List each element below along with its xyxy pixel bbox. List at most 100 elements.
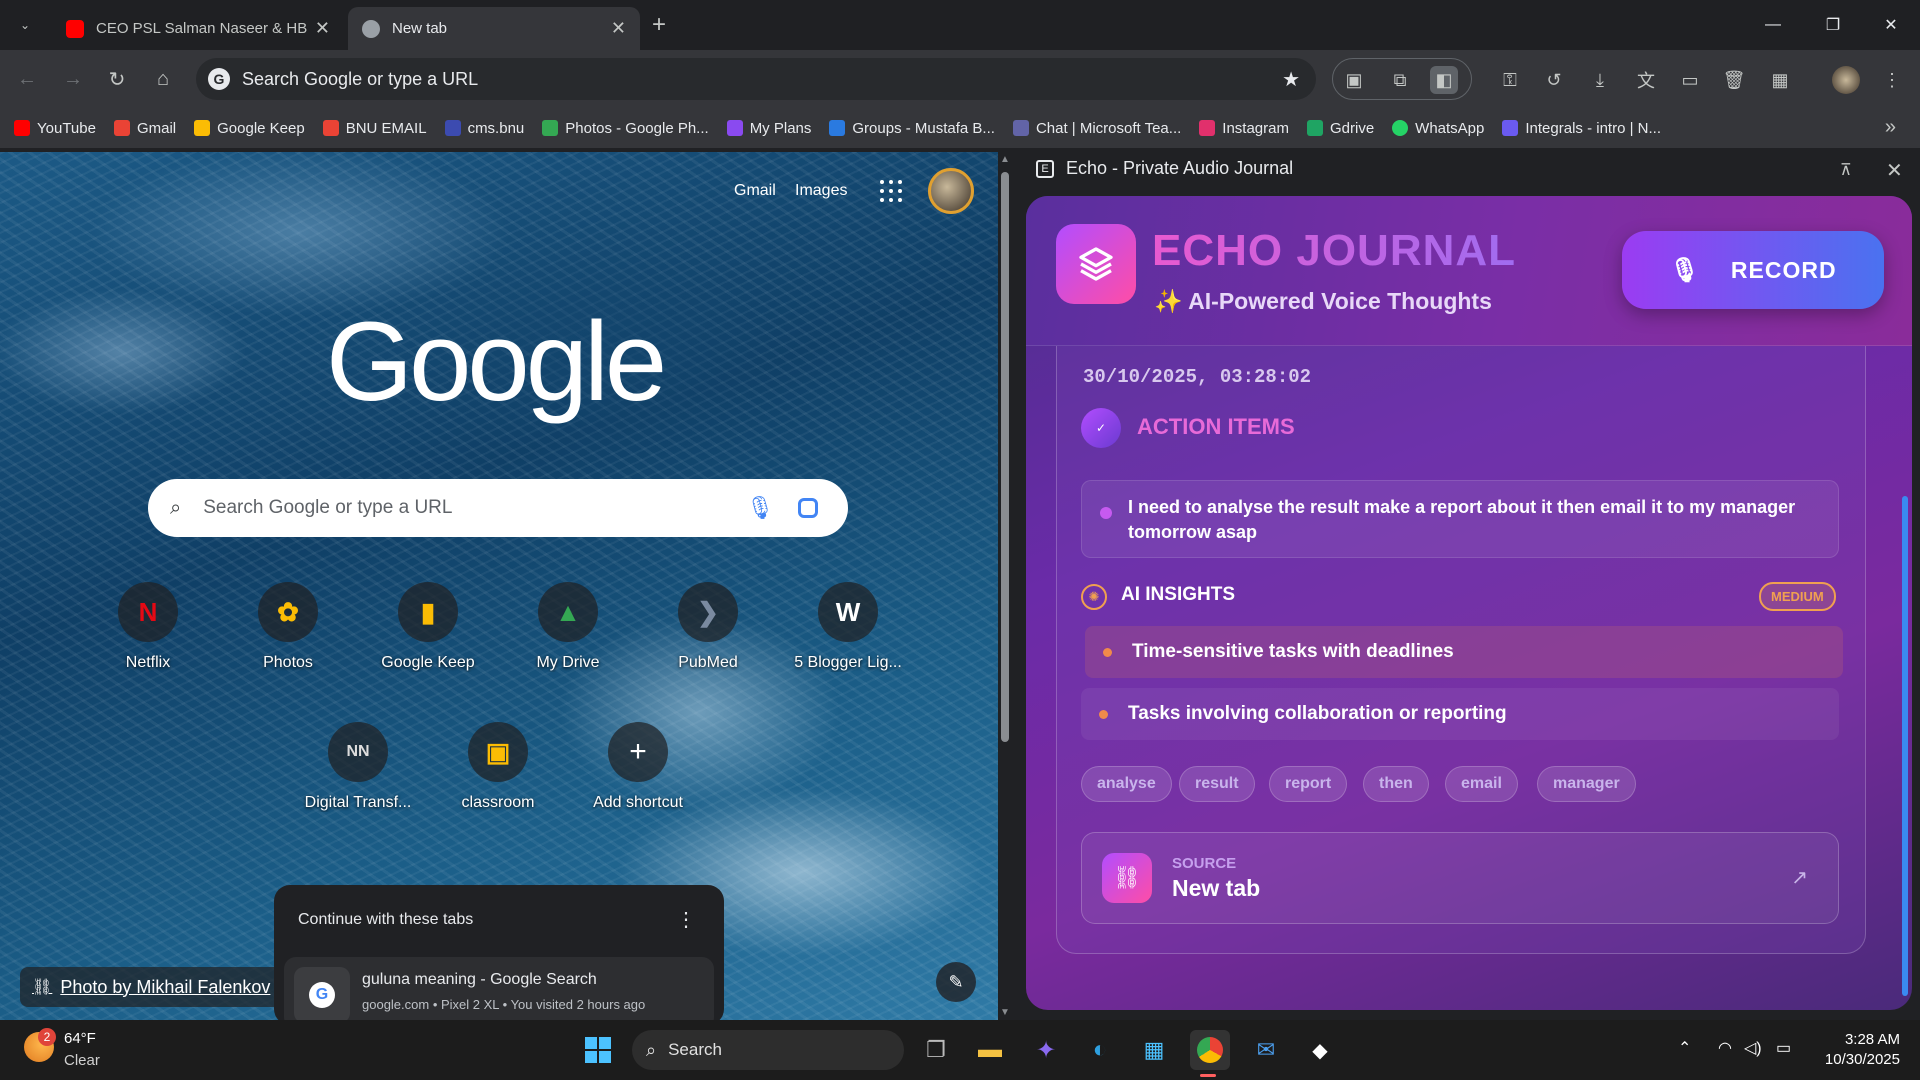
shortcut-pubmed[interactable]: ❯ PubMed: [652, 582, 764, 702]
shortcut-classroom[interactable]: ▣ classroom: [442, 722, 554, 842]
shortcut-digital-transf[interactable]: NN Digital Transf...: [302, 722, 414, 842]
address-input[interactable]: Search Google or type a URL: [242, 69, 1282, 90]
shortcut-photos[interactable]: ✿ Photos: [232, 582, 344, 702]
restore-button[interactable]: ❐: [1804, 0, 1862, 50]
keyword-tag[interactable]: then: [1363, 766, 1429, 802]
google-apps-icon[interactable]: [880, 180, 902, 202]
page-scrollbar[interactable]: ▲ ▼: [998, 152, 1012, 1020]
file-explorer-icon[interactable]: ▬: [970, 1030, 1010, 1070]
menu-kebab-icon[interactable]: ⋮: [1878, 66, 1906, 94]
volume-icon[interactable]: ◁): [1744, 1038, 1762, 1058]
panel-scrollbar-thumb[interactable]: [1902, 496, 1908, 996]
chevron-up-icon[interactable]: ⌃: [1678, 1038, 1691, 1058]
insight-text: Time-sensitive tasks with deadlines: [1132, 641, 1454, 662]
password-key-icon[interactable]: ⚿: [1496, 66, 1524, 94]
tab-new-tab[interactable]: New tab ✕: [348, 7, 640, 50]
account-avatar[interactable]: [928, 168, 974, 214]
tab-search-button[interactable]: ⌄: [8, 8, 42, 42]
bookmarks-overflow-icon[interactable]: »: [1885, 116, 1896, 139]
extensions-puzzle-icon[interactable]: ⧉: [1386, 66, 1414, 94]
unpin-icon[interactable]: ⊼: [1840, 160, 1852, 180]
bookmark-my-plans[interactable]: My Plans: [726, 120, 811, 137]
download-icon[interactable]: ⤓: [1586, 66, 1614, 94]
bookmark-star-icon[interactable]: ★: [1282, 67, 1300, 92]
wifi-icon[interactable]: ◠: [1718, 1038, 1732, 1058]
bookmark-youtube[interactable]: YouTube: [14, 120, 96, 137]
ntp-search-box[interactable]: ⌕ Search Google or type a URL 🎙: [148, 479, 848, 537]
echo-extension-icon[interactable]: ▣: [1340, 66, 1368, 94]
shortcut-add[interactable]: + Add shortcut: [582, 722, 694, 842]
bookmark-gdrive[interactable]: Gdrive: [1306, 120, 1374, 137]
cast-icon[interactable]: ▭: [1676, 66, 1704, 94]
taskbar-search[interactable]: ⌕ Search: [632, 1030, 904, 1070]
bookmark-photos[interactable]: Photos - Google Ph...: [542, 120, 709, 137]
address-bar[interactable]: G Search Google or type a URL ★: [196, 58, 1316, 100]
bookmark-bnu-email[interactable]: BNU EMAIL: [322, 120, 427, 137]
shortcut-google-keep[interactable]: ▮ Google Keep: [372, 582, 484, 702]
bookmark-label: Groups - Mustafa B...: [852, 119, 995, 137]
voice-search-icon[interactable]: 🎙: [746, 495, 774, 521]
close-tab-icon[interactable]: ✕: [315, 18, 330, 39]
close-tab-icon[interactable]: ✕: [611, 18, 626, 39]
keyword-tag[interactable]: result: [1179, 766, 1255, 802]
tab-title: New tab: [392, 20, 448, 37]
minimize-button[interactable]: —: [1744, 0, 1802, 50]
weather-badge: 2: [38, 1028, 56, 1046]
translate-icon[interactable]: 文: [1632, 66, 1660, 94]
forward-button[interactable]: →: [58, 64, 88, 94]
ntp-search-input[interactable]: Search Google or type a URL: [203, 497, 746, 519]
edge-icon[interactable]: ◐: [1080, 1030, 1120, 1070]
side-panel-icon[interactable]: ◧: [1430, 66, 1458, 94]
side-panel-title: Echo - Private Audio Journal: [1066, 158, 1294, 178]
bookmark-whatsapp[interactable]: WhatsApp: [1392, 120, 1484, 137]
store-icon[interactable]: ▦: [1134, 1030, 1174, 1070]
battery-icon[interactable]: ▭: [1776, 1038, 1791, 1058]
copilot-icon[interactable]: ✦: [1026, 1030, 1066, 1070]
close-panel-icon[interactable]: ✕: [1886, 158, 1903, 183]
new-tab-button[interactable]: +: [652, 12, 666, 38]
trash-icon[interactable]: 🗑: [1720, 66, 1748, 94]
scrollbar-thumb[interactable]: [1001, 172, 1009, 742]
images-link[interactable]: Images: [795, 182, 847, 200]
clock[interactable]: 3:28 AM 10/30/2025: [1810, 1030, 1900, 1070]
continue-tab-item[interactable]: G guluna meaning - Google Search google.…: [284, 957, 714, 1020]
lens-icon[interactable]: [798, 498, 818, 518]
echo-app-icon[interactable]: ◆: [1300, 1030, 1340, 1070]
scroll-up-icon[interactable]: ▲: [1000, 154, 1010, 165]
tab-youtube[interactable]: CEO PSL Salman Naseer & HBL ✕: [52, 7, 344, 50]
tab-grid-icon[interactable]: ▦: [1766, 66, 1794, 94]
record-button[interactable]: 🎙 RECORD: [1622, 231, 1884, 309]
customize-pencil-icon[interactable]: ✎: [936, 962, 976, 1002]
back-button[interactable]: ←: [12, 64, 42, 94]
history-icon[interactable]: ↺: [1540, 66, 1568, 94]
gmail-link[interactable]: Gmail: [734, 182, 776, 200]
more-options-icon[interactable]: ⋮: [676, 907, 696, 932]
bookmark-teams-chat[interactable]: Chat | Microsoft Tea...: [1012, 120, 1181, 137]
bookmark-google-keep[interactable]: Google Keep: [194, 120, 305, 137]
chrome-icon[interactable]: [1190, 1030, 1230, 1070]
scroll-down-icon[interactable]: ▼: [1000, 1007, 1010, 1018]
shortcut-netflix[interactable]: N Netflix: [92, 582, 204, 702]
photo-credit-link[interactable]: ⛓ Photo by Mikhail Falenkov: [20, 967, 283, 1007]
weather-condition[interactable]: Clear: [64, 1052, 100, 1069]
bookmark-integrals[interactable]: Integrals - intro | N...: [1502, 120, 1661, 137]
mail-icon[interactable]: ✉: [1246, 1030, 1286, 1070]
reload-button[interactable]: ↻: [102, 64, 132, 94]
shortcut-blogger[interactable]: W 5 Blogger Lig...: [792, 582, 904, 702]
task-view-icon[interactable]: ❐: [916, 1030, 956, 1070]
bookmark-cms-bnu[interactable]: cms.bnu: [444, 120, 524, 137]
start-button[interactable]: [578, 1030, 618, 1070]
weather-temp[interactable]: 64°F: [64, 1030, 96, 1047]
home-button[interactable]: ⌂: [148, 64, 178, 94]
keyword-tag[interactable]: manager: [1537, 766, 1636, 802]
close-window-button[interactable]: ✕: [1862, 0, 1920, 50]
keyword-tag[interactable]: analyse: [1081, 766, 1172, 802]
bookmark-groups[interactable]: Groups - Mustafa B...: [829, 120, 995, 137]
source-link[interactable]: ⛓ SOURCE New tab ↗: [1081, 832, 1839, 924]
profile-avatar[interactable]: [1832, 66, 1860, 94]
keyword-tag[interactable]: report: [1269, 766, 1348, 802]
shortcut-my-drive[interactable]: ▲ My Drive: [512, 582, 624, 702]
bookmark-gmail[interactable]: Gmail: [113, 120, 176, 137]
bookmark-instagram[interactable]: Instagram: [1199, 120, 1289, 137]
keyword-tag[interactable]: email: [1445, 766, 1518, 802]
